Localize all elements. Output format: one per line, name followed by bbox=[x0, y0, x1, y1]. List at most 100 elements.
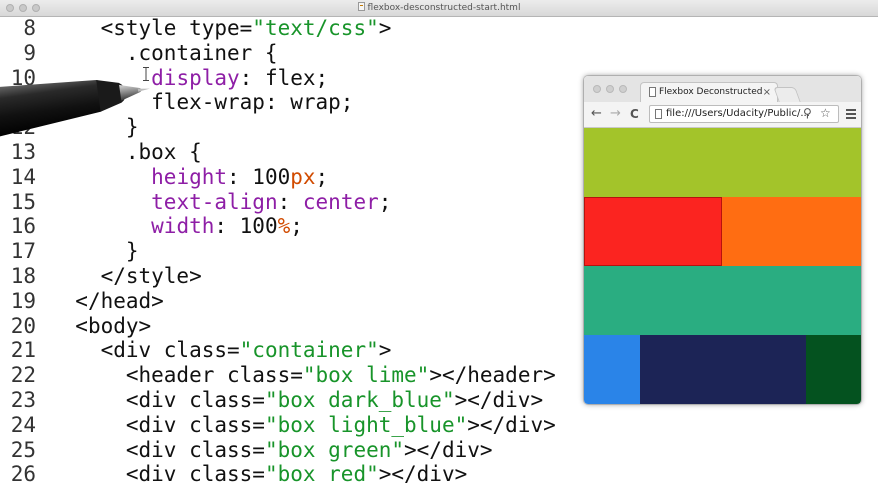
code-text[interactable]: <div class="box red"></div> bbox=[50, 462, 467, 487]
line-number: 26 bbox=[10, 462, 36, 487]
code-token: ></header> bbox=[429, 363, 556, 388]
code-token: : bbox=[277, 189, 303, 214]
code-text[interactable]: } bbox=[50, 239, 139, 264]
code-token: "text/css" bbox=[252, 16, 379, 40]
page-icon bbox=[649, 87, 656, 97]
code-token: % bbox=[277, 214, 291, 239]
code-text[interactable]: <div class="container"> bbox=[50, 338, 392, 363]
browser-tab-strip: Flexbox Deconstructed × bbox=[584, 76, 861, 102]
browser-zoom-icon[interactable] bbox=[619, 85, 627, 93]
code-line[interactable]: 8 <style type="text/css"> bbox=[0, 16, 878, 41]
code-token: <header class= bbox=[125, 363, 303, 388]
menu-icon[interactable] bbox=[846, 109, 856, 119]
code-text[interactable]: <div class="box dark_blue"></div> bbox=[50, 388, 543, 413]
page-viewport bbox=[584, 128, 861, 404]
line-number: 24 bbox=[10, 412, 36, 437]
box-red bbox=[584, 197, 722, 266]
browser-tab[interactable]: Flexbox Deconstructed × bbox=[640, 82, 778, 102]
code-token: ; bbox=[315, 164, 329, 189]
code-token: <style type= bbox=[100, 16, 253, 40]
box-light-blue bbox=[584, 335, 640, 404]
box-dark-blue bbox=[640, 335, 806, 404]
code-token: ></div> bbox=[454, 388, 544, 412]
box-lime bbox=[584, 128, 861, 197]
search-icon[interactable]: ⚲ bbox=[803, 105, 812, 121]
line-number: 23 bbox=[10, 388, 36, 412]
browser-close-icon[interactable] bbox=[593, 85, 601, 93]
code-token: "box red" bbox=[264, 462, 379, 487]
box-green bbox=[584, 266, 861, 335]
code-token: height bbox=[151, 164, 228, 189]
code-token: <div class= bbox=[100, 338, 240, 363]
browser-toolbar: ← → C file:///Users/Udacity/Public/... ⚲… bbox=[584, 102, 861, 128]
code-token: ></div> bbox=[378, 462, 468, 487]
browser-minimize-icon[interactable] bbox=[606, 85, 614, 93]
code-text[interactable]: <div class="box light_blue"></div> bbox=[50, 413, 556, 438]
code-token: </style> bbox=[100, 264, 202, 288]
code-text[interactable]: text-align: center; bbox=[50, 190, 391, 215]
new-tab-button[interactable] bbox=[773, 87, 801, 102]
code-token: center bbox=[302, 189, 379, 214]
code-text[interactable]: <style type="text/css"> bbox=[50, 16, 392, 41]
line-number: 21 bbox=[10, 338, 36, 363]
code-line[interactable]: 25 <div class="box green"></div> bbox=[0, 438, 878, 463]
code-text[interactable]: .container { bbox=[50, 41, 278, 66]
code-text[interactable]: <div class="box green"></div> bbox=[50, 438, 493, 463]
code-token: "container" bbox=[239, 338, 379, 363]
code-token: <div class= bbox=[125, 437, 265, 462]
bookmark-star-icon[interactable]: ☆ bbox=[820, 105, 831, 121]
code-token: <div class= bbox=[125, 388, 265, 412]
code-text[interactable]: </style> bbox=[50, 264, 202, 289]
back-arrow-icon[interactable]: ← bbox=[591, 106, 602, 122]
code-text[interactable]: <header class="box lime"></header> bbox=[50, 363, 556, 388]
tab-title: Flexbox Deconstructed bbox=[659, 87, 763, 97]
code-token: .box { bbox=[125, 140, 202, 164]
code-token: ></div> bbox=[467, 412, 556, 437]
code-token: "box light_blue" bbox=[264, 412, 468, 437]
code-token: display bbox=[151, 65, 240, 90]
editor-window-title: flexbox-desconstructed-start.html bbox=[0, 2, 878, 13]
code-text[interactable]: <body> bbox=[50, 314, 151, 339]
editor-title-bar: flexbox-desconstructed-start.html bbox=[0, 0, 878, 17]
code-text[interactable]: width: 100%; bbox=[50, 214, 303, 239]
code-text[interactable]: </head> bbox=[50, 289, 164, 314]
code-token: > bbox=[378, 338, 392, 363]
code-text[interactable]: .box { bbox=[50, 140, 202, 165]
address-bar-url: file:///Users/Udacity/Public/... bbox=[666, 108, 810, 119]
box-dark-green bbox=[806, 335, 861, 404]
code-token: "box lime" bbox=[302, 363, 430, 388]
reload-icon[interactable]: C bbox=[630, 106, 639, 122]
code-token: <body> bbox=[75, 313, 152, 338]
line-number: 16 bbox=[10, 214, 36, 239]
code-token: : 100 bbox=[227, 164, 291, 189]
code-token: "box green" bbox=[264, 437, 405, 462]
code-line[interactable]: 26 <div class="box red"></div> bbox=[0, 462, 878, 487]
code-token: : 100 bbox=[214, 214, 278, 239]
forward-arrow-icon[interactable]: → bbox=[610, 106, 621, 122]
line-number: 22 bbox=[10, 363, 36, 388]
address-bar[interactable]: file:///Users/Udacity/Public/... ⚲ ☆ bbox=[649, 105, 839, 123]
code-text[interactable]: height: 100px; bbox=[50, 165, 328, 190]
code-token: > bbox=[378, 16, 392, 40]
code-line[interactable]: 24 <div class="box light_blue"></div> bbox=[0, 413, 878, 438]
code-token: px bbox=[290, 164, 316, 189]
line-number: 8 bbox=[23, 16, 36, 40]
code-token: </head> bbox=[75, 288, 164, 313]
code-token: width bbox=[151, 214, 215, 239]
browser-window: Flexbox Deconstructed × ← → C file:///Us… bbox=[584, 76, 861, 404]
text-cursor-icon bbox=[143, 67, 149, 81]
html-file-icon bbox=[357, 2, 365, 11]
line-number: 18 bbox=[10, 264, 36, 288]
tab-close-icon[interactable]: × bbox=[763, 83, 771, 102]
